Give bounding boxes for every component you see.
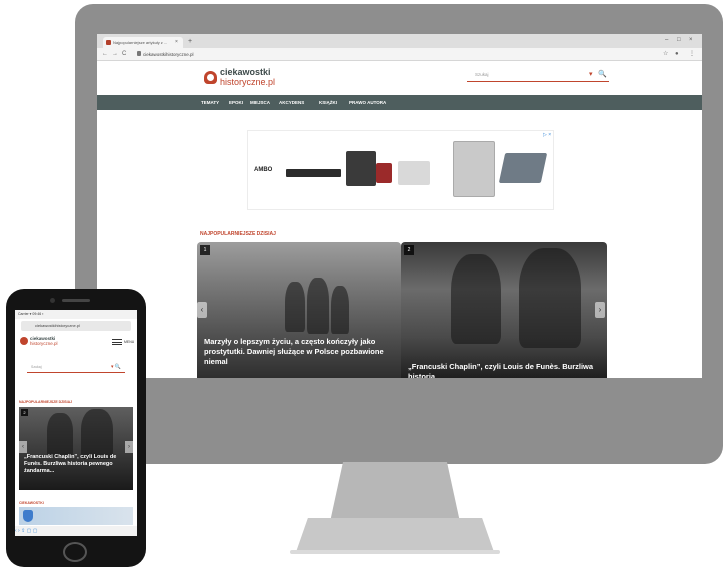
- nav-item-akcydens[interactable]: AKCYDENS: [279, 95, 304, 110]
- photo-figure: [81, 409, 113, 459]
- phone-home-button[interactable]: [63, 542, 87, 562]
- photo-figure: [519, 248, 581, 348]
- phone-frame: Carrier ▾ 09:46 ▪ ciekawostkihistoryczne…: [6, 289, 146, 567]
- photo-figure: [285, 282, 305, 332]
- site-logo-icon[interactable]: [20, 337, 28, 345]
- nav-item-ksiazki[interactable]: KSIĄŻKI: [319, 95, 337, 110]
- card-title[interactable]: „Francuski Chaplin”, czyli Louis de Funè…: [408, 362, 598, 378]
- status-text: Carrier ▾ 09:46 ▪: [18, 312, 44, 316]
- mobile-status-bar: Carrier ▾ 09:46 ▪: [15, 310, 137, 319]
- site-logo-line2[interactable]: historyczne.pl: [30, 341, 58, 346]
- photo-figure: [331, 286, 349, 334]
- card-rank-badge: 2: [21, 409, 28, 416]
- carousel-prev-icon[interactable]: ‹: [197, 302, 207, 318]
- mobile-browser-toolbar[interactable]: ‹ › ⇪ ▢ ▢: [15, 526, 137, 536]
- browser-menu-icon[interactable]: ⋮: [689, 49, 695, 60]
- photo-figure: [307, 278, 329, 334]
- carousel-next-icon[interactable]: ›: [595, 302, 605, 318]
- article-card[interactable]: 2 „Francuski Chaplin”, czyli Louis de Fu…: [19, 407, 133, 490]
- nav-item-miejsca[interactable]: MIEJSCA: [250, 95, 270, 110]
- browser-address-bar: ← → C ciekawostkihistoryczne.pl ☆ ● ⋮: [97, 48, 702, 61]
- search-placeholder: Szukaj: [31, 365, 42, 369]
- back-button[interactable]: ←: [102, 49, 108, 60]
- monitor-stand-shadow: [290, 550, 500, 554]
- lock-icon: [137, 51, 141, 56]
- menu-label[interactable]: MENU: [124, 338, 134, 346]
- tab-close-icon[interactable]: ×: [175, 37, 178, 48]
- chevron-down-icon[interactable]: ▾: [589, 69, 593, 80]
- ad-product-recorder: [286, 169, 341, 177]
- ad-product-pc: [453, 141, 495, 197]
- card-rank-badge: 1: [200, 245, 210, 255]
- favicon-icon: [106, 40, 111, 45]
- close-window-button[interactable]: ×: [689, 36, 693, 44]
- nav-item-prawo-autora[interactable]: PRAWO AUTORA: [349, 95, 386, 110]
- shield-icon[interactable]: [23, 510, 33, 522]
- ad-banner[interactable]: ▷ × AMBO: [247, 130, 554, 210]
- profile-icon[interactable]: ●: [675, 49, 679, 60]
- search-placeholder: Szukaj: [475, 72, 489, 77]
- mobile-screen: Carrier ▾ 09:46 ▪ ciekawostkihistoryczne…: [15, 310, 137, 536]
- carousel-prev-icon[interactable]: ‹: [19, 441, 27, 453]
- card-title[interactable]: „Francuski Chaplin”, czyli Louis de Funè…: [24, 454, 128, 475]
- search-icon[interactable]: ▾ 🔍: [111, 362, 121, 372]
- ad-product-board: [398, 161, 430, 185]
- desktop-screen: Najpopularniejsze artykuły z ... × + – □…: [97, 34, 702, 378]
- ad-product-nas: [346, 151, 376, 186]
- phone-speaker: [62, 299, 90, 302]
- search-icon[interactable]: 🔍: [598, 69, 607, 80]
- card-rank-badge: 2: [404, 245, 414, 255]
- monitor-stand-neck: [330, 462, 460, 522]
- ad-brand-logo: AMBO: [254, 167, 273, 173]
- section-title-popular: NAJPOPULARNIEJSZE DZISIAJ: [200, 231, 276, 237]
- carousel-next-icon[interactable]: ›: [125, 441, 133, 453]
- site-main-nav: TEMATY EPOKI MIEJSCA AKCYDENS KSIĄŻKI PR…: [97, 95, 702, 110]
- tab-title: Najpopularniejsze artykuły z ...: [113, 40, 168, 45]
- new-tab-button[interactable]: +: [188, 37, 192, 46]
- reload-button[interactable]: C: [122, 49, 126, 60]
- photo-figure: [47, 413, 73, 457]
- card-title[interactable]: Marzyły o lepszym życiu, a często kończy…: [204, 337, 394, 367]
- forward-button[interactable]: →: [112, 49, 118, 60]
- maximize-button[interactable]: □: [677, 36, 681, 44]
- site-header: ciekawostki historyczne.pl Szukaj ▾ 🔍: [97, 61, 702, 95]
- site-logo-icon[interactable]: [204, 71, 217, 84]
- ad-product-drives: [376, 163, 392, 183]
- browser-tab-bar: Najpopularniejsze artykuły z ... × + – □…: [97, 34, 702, 48]
- adchoices-icon[interactable]: ▷ ×: [543, 132, 551, 138]
- search-input[interactable]: Szukaj ▾ 🔍: [467, 69, 609, 82]
- site-logo-line1[interactable]: ciekawostki: [220, 67, 271, 77]
- hamburger-menu-icon[interactable]: [112, 339, 122, 345]
- mobile-url-field[interactable]: ciekawostkihistoryczne.pl: [21, 321, 131, 331]
- site-logo-line2[interactable]: historyczne.pl: [220, 77, 275, 87]
- minimize-button[interactable]: –: [665, 36, 668, 44]
- nav-item-epoki[interactable]: EPOKI: [229, 95, 243, 110]
- section-title-popular: NAJPOPULARNIEJSZE DZISIAJ: [19, 400, 73, 404]
- ad-product-tablet: [498, 153, 548, 183]
- mobile-search-input[interactable]: Szukaj ▾ 🔍: [27, 362, 125, 373]
- phone-camera: [50, 298, 55, 303]
- nav-item-tematy[interactable]: TEMATY: [201, 95, 219, 110]
- url-field[interactable]: ciekawostkihistoryczne.pl: [143, 50, 643, 59]
- bookmark-star-icon[interactable]: ☆: [663, 49, 668, 60]
- article-thumbnail[interactable]: [19, 507, 133, 525]
- article-card[interactable]: 2 „Francuski Chaplin”, czyli Louis de Fu…: [401, 242, 607, 378]
- browser-tab[interactable]: Najpopularniejsze artykuły z ... ×: [103, 37, 183, 48]
- photo-figure: [451, 254, 501, 344]
- article-card[interactable]: 1 Marzyły o lepszym życiu, a często końc…: [197, 242, 401, 378]
- monitor-stand-base: [296, 518, 494, 552]
- section-title-secondary: CIEKAWOSTKI: [19, 501, 44, 505]
